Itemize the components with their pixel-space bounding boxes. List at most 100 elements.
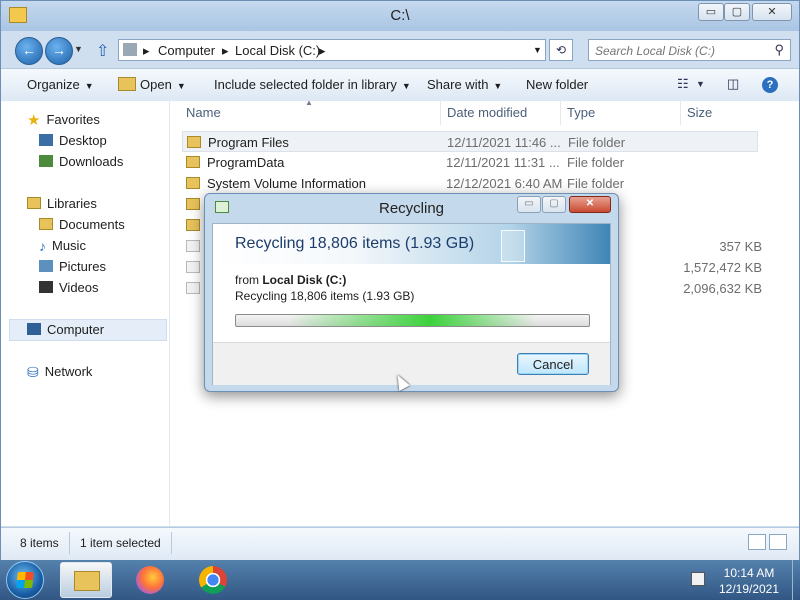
file-row[interactable]: ProgramData 12/11/2021 11:31 ... File fo… — [182, 152, 758, 173]
folder-icon — [186, 198, 200, 210]
sidebar-item-computer[interactable]: Computer — [27, 322, 104, 337]
title-bar[interactable]: C:\ ▭ ▢ ✕ — [1, 1, 799, 31]
open-menu[interactable]: Open ▼ — [118, 77, 186, 92]
forward-button[interactable]: → — [45, 37, 73, 65]
maximize-button[interactable]: ▢ — [724, 3, 750, 21]
file-name: System Volume Information — [207, 176, 366, 191]
address-dropdown-icon[interactable]: ▼ — [533, 45, 542, 55]
pictures-icon — [39, 260, 53, 272]
column-header-type[interactable]: Type — [567, 105, 595, 120]
breadcrumb-computer[interactable]: Computer — [158, 43, 215, 58]
recycling-dialog: Recycling ▭ ▢ ✕ Recycling 18,806 items (… — [204, 193, 619, 392]
file-type: File folder — [567, 155, 625, 170]
recent-pages-dropdown[interactable]: ▼ — [74, 44, 83, 54]
status-bar: 8 items 1 item selected — [1, 527, 799, 560]
file-row[interactable]: System Volume Information 12/12/2021 6:4… — [182, 173, 758, 194]
address-bar[interactable]: ▸ Computer ▸ Local Disk (C:) ▸ ▼ — [118, 39, 546, 61]
clock-date[interactable]: 12/19/2021 — [712, 582, 786, 596]
new-folder-button[interactable]: New folder — [526, 77, 588, 92]
sidebar-item-documents[interactable]: Documents — [39, 217, 125, 232]
sidebar-item-desktop[interactable]: Desktop — [39, 133, 107, 148]
sort-ascending-icon: ▲ — [305, 98, 313, 107]
firefox-icon — [136, 566, 164, 594]
window-title: C:\ — [390, 7, 410, 24]
progress-fill — [236, 315, 589, 326]
folder-icon — [74, 571, 100, 591]
file-date: 12/11/2021 11:31 ... — [446, 155, 560, 170]
breadcrumb-separator[interactable]: ▸ — [143, 43, 150, 59]
recycle-animation-icon — [501, 230, 525, 262]
search-input[interactable] — [593, 41, 767, 61]
file-row[interactable]: Program Files 12/11/2021 11:46 ... File … — [182, 131, 758, 152]
large-icons-view-icon[interactable] — [769, 534, 787, 550]
file-size: 357 KB — [719, 239, 762, 254]
column-divider[interactable] — [560, 101, 561, 125]
action-center-flag-icon[interactable] — [691, 572, 705, 586]
include-in-library-menu[interactable]: Include selected folder in library ▼ — [214, 77, 411, 92]
file-date: 12/12/2021 6:40 AM — [446, 176, 563, 191]
column-header-name[interactable]: Name — [186, 105, 221, 120]
breadcrumb-separator[interactable]: ▸ — [222, 43, 229, 59]
breadcrumb-separator[interactable]: ▸ — [319, 43, 326, 59]
dialog-close-button[interactable]: ✕ — [569, 196, 611, 213]
network-icon: ⛁ — [27, 364, 39, 380]
help-icon[interactable]: ? — [762, 77, 778, 93]
taskbar-explorer-button[interactable] — [60, 562, 112, 598]
file-size: 2,096,632 KB — [683, 281, 762, 296]
item-count: 8 items — [20, 536, 59, 550]
sidebar-item-favorites[interactable]: ★ Favorites — [27, 111, 100, 129]
sidebar-item-libraries[interactable]: Libraries — [27, 196, 97, 211]
refresh-button[interactable]: ⟲ — [549, 39, 573, 61]
change-view-icon[interactable]: ☷ — [677, 76, 689, 92]
computer-icon — [27, 323, 41, 335]
sidebar-item-downloads[interactable]: Downloads — [39, 154, 123, 169]
organize-menu[interactable]: Organize ▼ — [27, 77, 94, 92]
column-header-date[interactable]: Date modified — [447, 105, 527, 120]
navigation-bar: ← → ▼ ⇧ ▸ Computer ▸ Local Disk (C:) ▸ ▼… — [1, 33, 799, 67]
sidebar-item-videos[interactable]: Videos — [39, 280, 99, 295]
back-button[interactable]: ← — [15, 37, 43, 65]
progress-detail: Recycling 18,806 items (1.93 GB) — [235, 289, 415, 303]
cancel-button[interactable]: Cancel — [517, 353, 589, 375]
view-dropdown-icon[interactable]: ▼ — [696, 79, 705, 89]
dialog-heading: Recycling 18,806 items (1.93 GB) — [235, 235, 475, 252]
show-desktop-button[interactable] — [792, 560, 800, 600]
search-box[interactable]: ⚲ — [588, 39, 791, 61]
dialog-header: Recycling 18,806 items (1.93 GB) — [213, 224, 610, 264]
taskbar-chrome-button[interactable] — [188, 562, 240, 598]
folder-icon — [186, 219, 200, 231]
source-name: Local Disk (C:) — [262, 273, 347, 287]
file-type: File folder — [567, 176, 625, 191]
folder-icon — [186, 156, 200, 168]
sidebar-item-pictures[interactable]: Pictures — [39, 259, 106, 274]
sidebar-item-music[interactable]: ♪ Music — [39, 238, 86, 254]
share-with-menu[interactable]: Share with ▼ — [427, 77, 502, 92]
taskbar: 10:14 AM 12/19/2021 — [0, 560, 800, 600]
dialog-minimize-button[interactable]: ▭ — [517, 196, 541, 213]
minimize-button[interactable]: ▭ — [698, 3, 724, 21]
folder-icon — [186, 177, 200, 189]
file-name: Program Files — [208, 135, 289, 150]
column-header-size[interactable]: Size — [687, 105, 712, 120]
dialog-maximize-button[interactable]: ▢ — [542, 196, 566, 213]
sidebar-item-network[interactable]: ⛁ Network — [27, 364, 92, 381]
videos-icon — [39, 281, 53, 293]
file-name: ProgramData — [207, 155, 285, 170]
breadcrumb-local-disk[interactable]: Local Disk (C:) — [235, 43, 320, 58]
column-divider[interactable] — [440, 101, 441, 125]
close-button[interactable]: ✕ — [752, 3, 792, 21]
up-arrow-icon[interactable]: ⇧ — [96, 41, 109, 61]
folder-icon — [187, 136, 201, 148]
preview-pane-icon[interactable]: ◫ — [727, 76, 739, 92]
file-icon — [186, 261, 200, 273]
downloads-icon — [39, 155, 53, 167]
details-view-icon[interactable] — [748, 534, 766, 550]
taskbar-firefox-button[interactable] — [125, 562, 177, 598]
file-icon — [186, 282, 200, 294]
share-label: Share with — [427, 77, 489, 92]
from-label: from — [235, 273, 259, 287]
clock-time[interactable]: 10:14 AM — [712, 566, 786, 580]
search-icon[interactable]: ⚲ — [774, 42, 784, 58]
start-button[interactable] — [6, 561, 44, 599]
column-divider[interactable] — [680, 101, 681, 125]
